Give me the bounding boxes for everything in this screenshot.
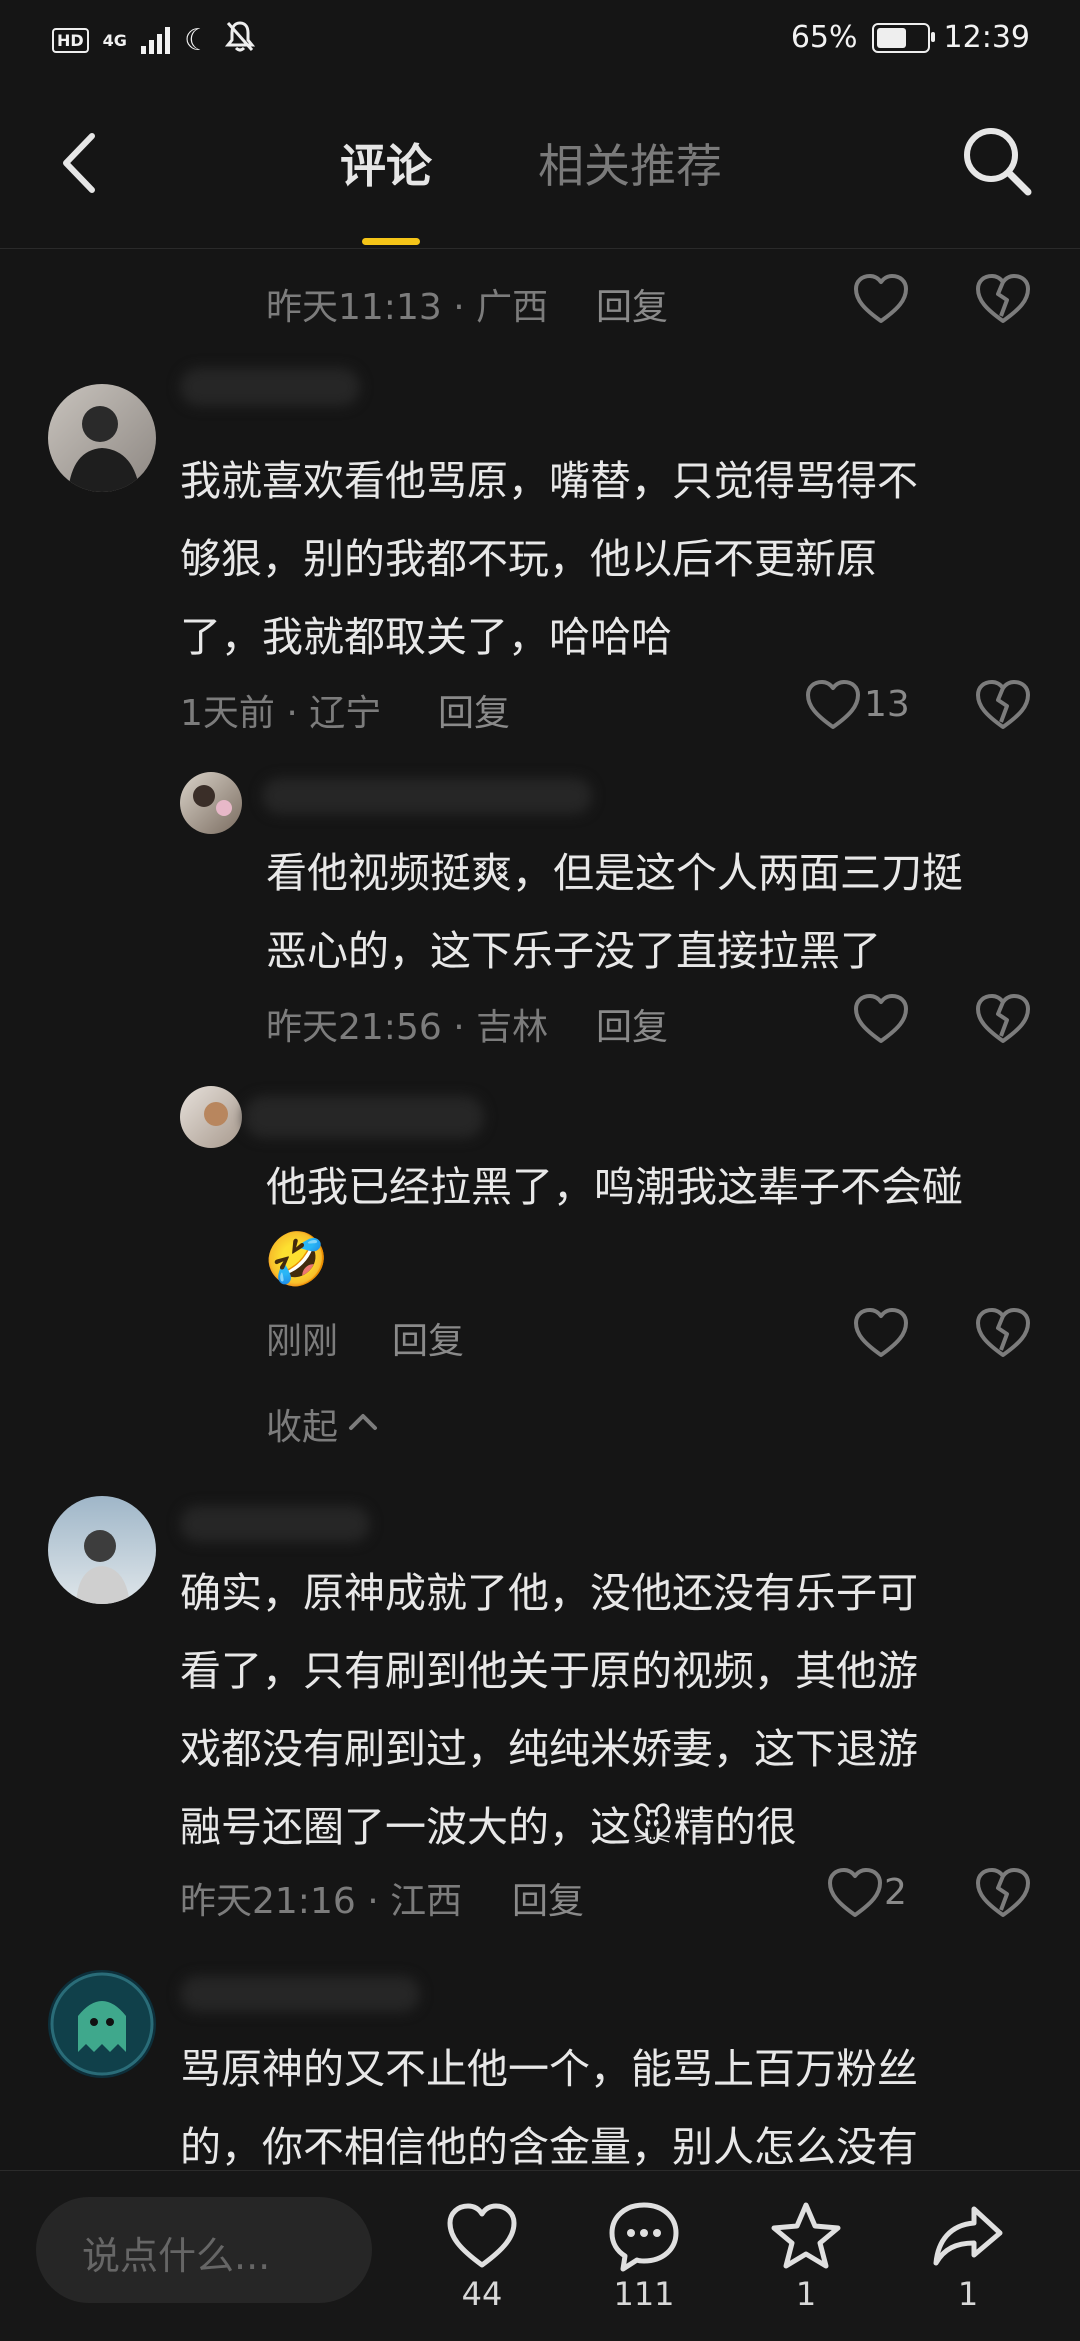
comment-icon[interactable] (604, 2197, 684, 2277)
comment-line: 骂原神的又不止他一个，能骂上百万粉丝 (180, 2045, 918, 2093)
comment-input[interactable]: 说点什么... (36, 2197, 372, 2303)
signal-icon (140, 26, 170, 54)
share-icon[interactable] (928, 2197, 1008, 2277)
avatar[interactable] (48, 1970, 156, 2078)
username-blurred[interactable] (180, 1506, 370, 1542)
tab-indicator (362, 238, 420, 245)
heart-icon[interactable] (852, 1306, 910, 1360)
comment-line: 融号还圈了一波大的，这🐭精的很 (180, 1788, 918, 1866)
heart-icon[interactable] (826, 1866, 884, 1920)
heart-icon[interactable] (852, 272, 910, 326)
comment-line: 恶心的，这下乐子没了直接拉黑了 (266, 927, 881, 975)
comment-line: 够狠，别的我都不玩，他以后不更新原 (180, 535, 877, 583)
bottom-bar: 说点什么... 44 111 1 1 (0, 2170, 1080, 2341)
status-left: HD 4G ☾ (52, 20, 255, 60)
heart-icon[interactable] (852, 992, 910, 1046)
comment-text: 确实，原神成就了他，没他还没有乐子可 看了，只有刷到他关于原的视频，其他游 戏都… (180, 1554, 918, 1866)
like-count: 2 (884, 1872, 907, 1913)
comment-line: 我就喜欢看他骂原，嘴替，只觉得骂得不 (180, 457, 918, 505)
tab-comments[interactable]: 评论 (340, 130, 432, 196)
like-count: 44 (461, 2275, 503, 2313)
mouse-emoji: 🐭 (631, 1803, 674, 1851)
comment-input-placeholder: 说点什么... (82, 2234, 271, 2278)
username-blurred[interactable] (262, 778, 592, 814)
comment-text: 看他视频挺爽，但是这个人两面三刀挺 恶心的，这下乐子没了直接拉黑了 (266, 834, 963, 990)
chevron-up-icon (346, 1410, 380, 1438)
reply-button[interactable]: 回复 (596, 998, 668, 1050)
comment-line: 看他视频挺爽，但是这个人两面三刀挺 (266, 849, 963, 897)
reply-button[interactable]: 回复 (512, 1872, 584, 1924)
comment-meta: 1天前 · 辽宁 (180, 693, 382, 734)
avatar[interactable] (180, 772, 242, 834)
broken-heart-icon[interactable] (974, 992, 1032, 1046)
share-count: 1 (957, 2275, 979, 2313)
comment-meta: 昨天21:16 · 江西 (180, 1881, 463, 1922)
reply-button[interactable]: 回复 (392, 1312, 464, 1364)
avatar[interactable] (180, 1086, 242, 1148)
favorite-count: 1 (795, 2275, 817, 2313)
comment-line: 他我已经拉黑了，鸣潮我这辈子不会碰 (266, 1163, 963, 1211)
broken-heart-icon[interactable] (974, 272, 1032, 326)
comment-text: 我就喜欢看他骂原，嘴替，只觉得骂得不 够狠，别的我都不玩，他以后不更新原 了，我… (180, 442, 918, 676)
heart-icon[interactable] (804, 678, 862, 732)
reply-button[interactable]: 回复 (438, 684, 510, 736)
like-count: 13 (864, 684, 910, 725)
username-blurred[interactable] (244, 1096, 484, 1138)
comment-line: 确实，原神成就了他，没他还没有乐子可 (180, 1569, 918, 1617)
comment-count: 111 (613, 2275, 675, 2313)
clock: 12:39 (943, 20, 1030, 55)
comment-meta: 刚刚 (266, 1321, 339, 1362)
comment-line: 了，我就都取关了，哈哈哈 (180, 613, 672, 661)
broken-heart-icon[interactable] (974, 1306, 1032, 1360)
status-right: 65% 12:39 (791, 20, 1030, 55)
comment-line: 看了，只有刷到他关于原的视频，其他游 (180, 1647, 918, 1695)
battery-icon (871, 22, 935, 53)
back-icon[interactable] (56, 128, 106, 198)
search-icon[interactable] (960, 124, 1034, 198)
comment-text: 骂原神的又不止他一个，能骂上百万粉丝 的，你不相信他的含金量，别人怎么没有 (180, 2030, 918, 2186)
battery-fill (876, 27, 906, 48)
comment-meta: 昨天21:56 · 吉林 (266, 1007, 549, 1048)
collapse-button[interactable]: 收起 (266, 1398, 380, 1450)
like-button[interactable] (442, 2197, 522, 2277)
comment-fragment: 精的很 (673, 1803, 797, 1851)
moon-icon: ☾ (183, 22, 211, 58)
comment-meta: 昨天11:13 · 广西 (266, 287, 549, 328)
top-nav: 评论 相关推荐 (0, 80, 1080, 249)
battery-percent: 65% (790, 20, 858, 55)
collapse-label: 收起 (266, 1407, 339, 1448)
comment-fragment: 融号还圈了一波大的，这 (180, 1803, 631, 1851)
avatar[interactable] (48, 384, 156, 492)
network-label: 4G (102, 30, 127, 50)
bell-off-icon (224, 20, 255, 60)
username-blurred[interactable] (180, 1976, 420, 2012)
reply-button[interactable]: 回复 (596, 278, 668, 330)
comment-line: 戏都没有刷到过，纯纯米娇妻，这下退游 (180, 1725, 918, 1773)
status-bar: HD 4G ☾ 65% 12:39 (0, 0, 1080, 80)
star-icon[interactable] (766, 2197, 846, 2277)
broken-heart-icon[interactable] (974, 678, 1032, 732)
username-blurred[interactable] (180, 368, 360, 406)
hd-badge: HD (52, 27, 89, 53)
avatar[interactable] (48, 1496, 156, 1604)
tab-recommendations[interactable]: 相关推荐 (538, 130, 722, 196)
comment-text: 他我已经拉黑了，鸣潮我这辈子不会碰 (266, 1148, 963, 1226)
broken-heart-icon[interactable] (974, 1866, 1032, 1920)
laughing-emoji: 🤣 (264, 1230, 329, 1290)
